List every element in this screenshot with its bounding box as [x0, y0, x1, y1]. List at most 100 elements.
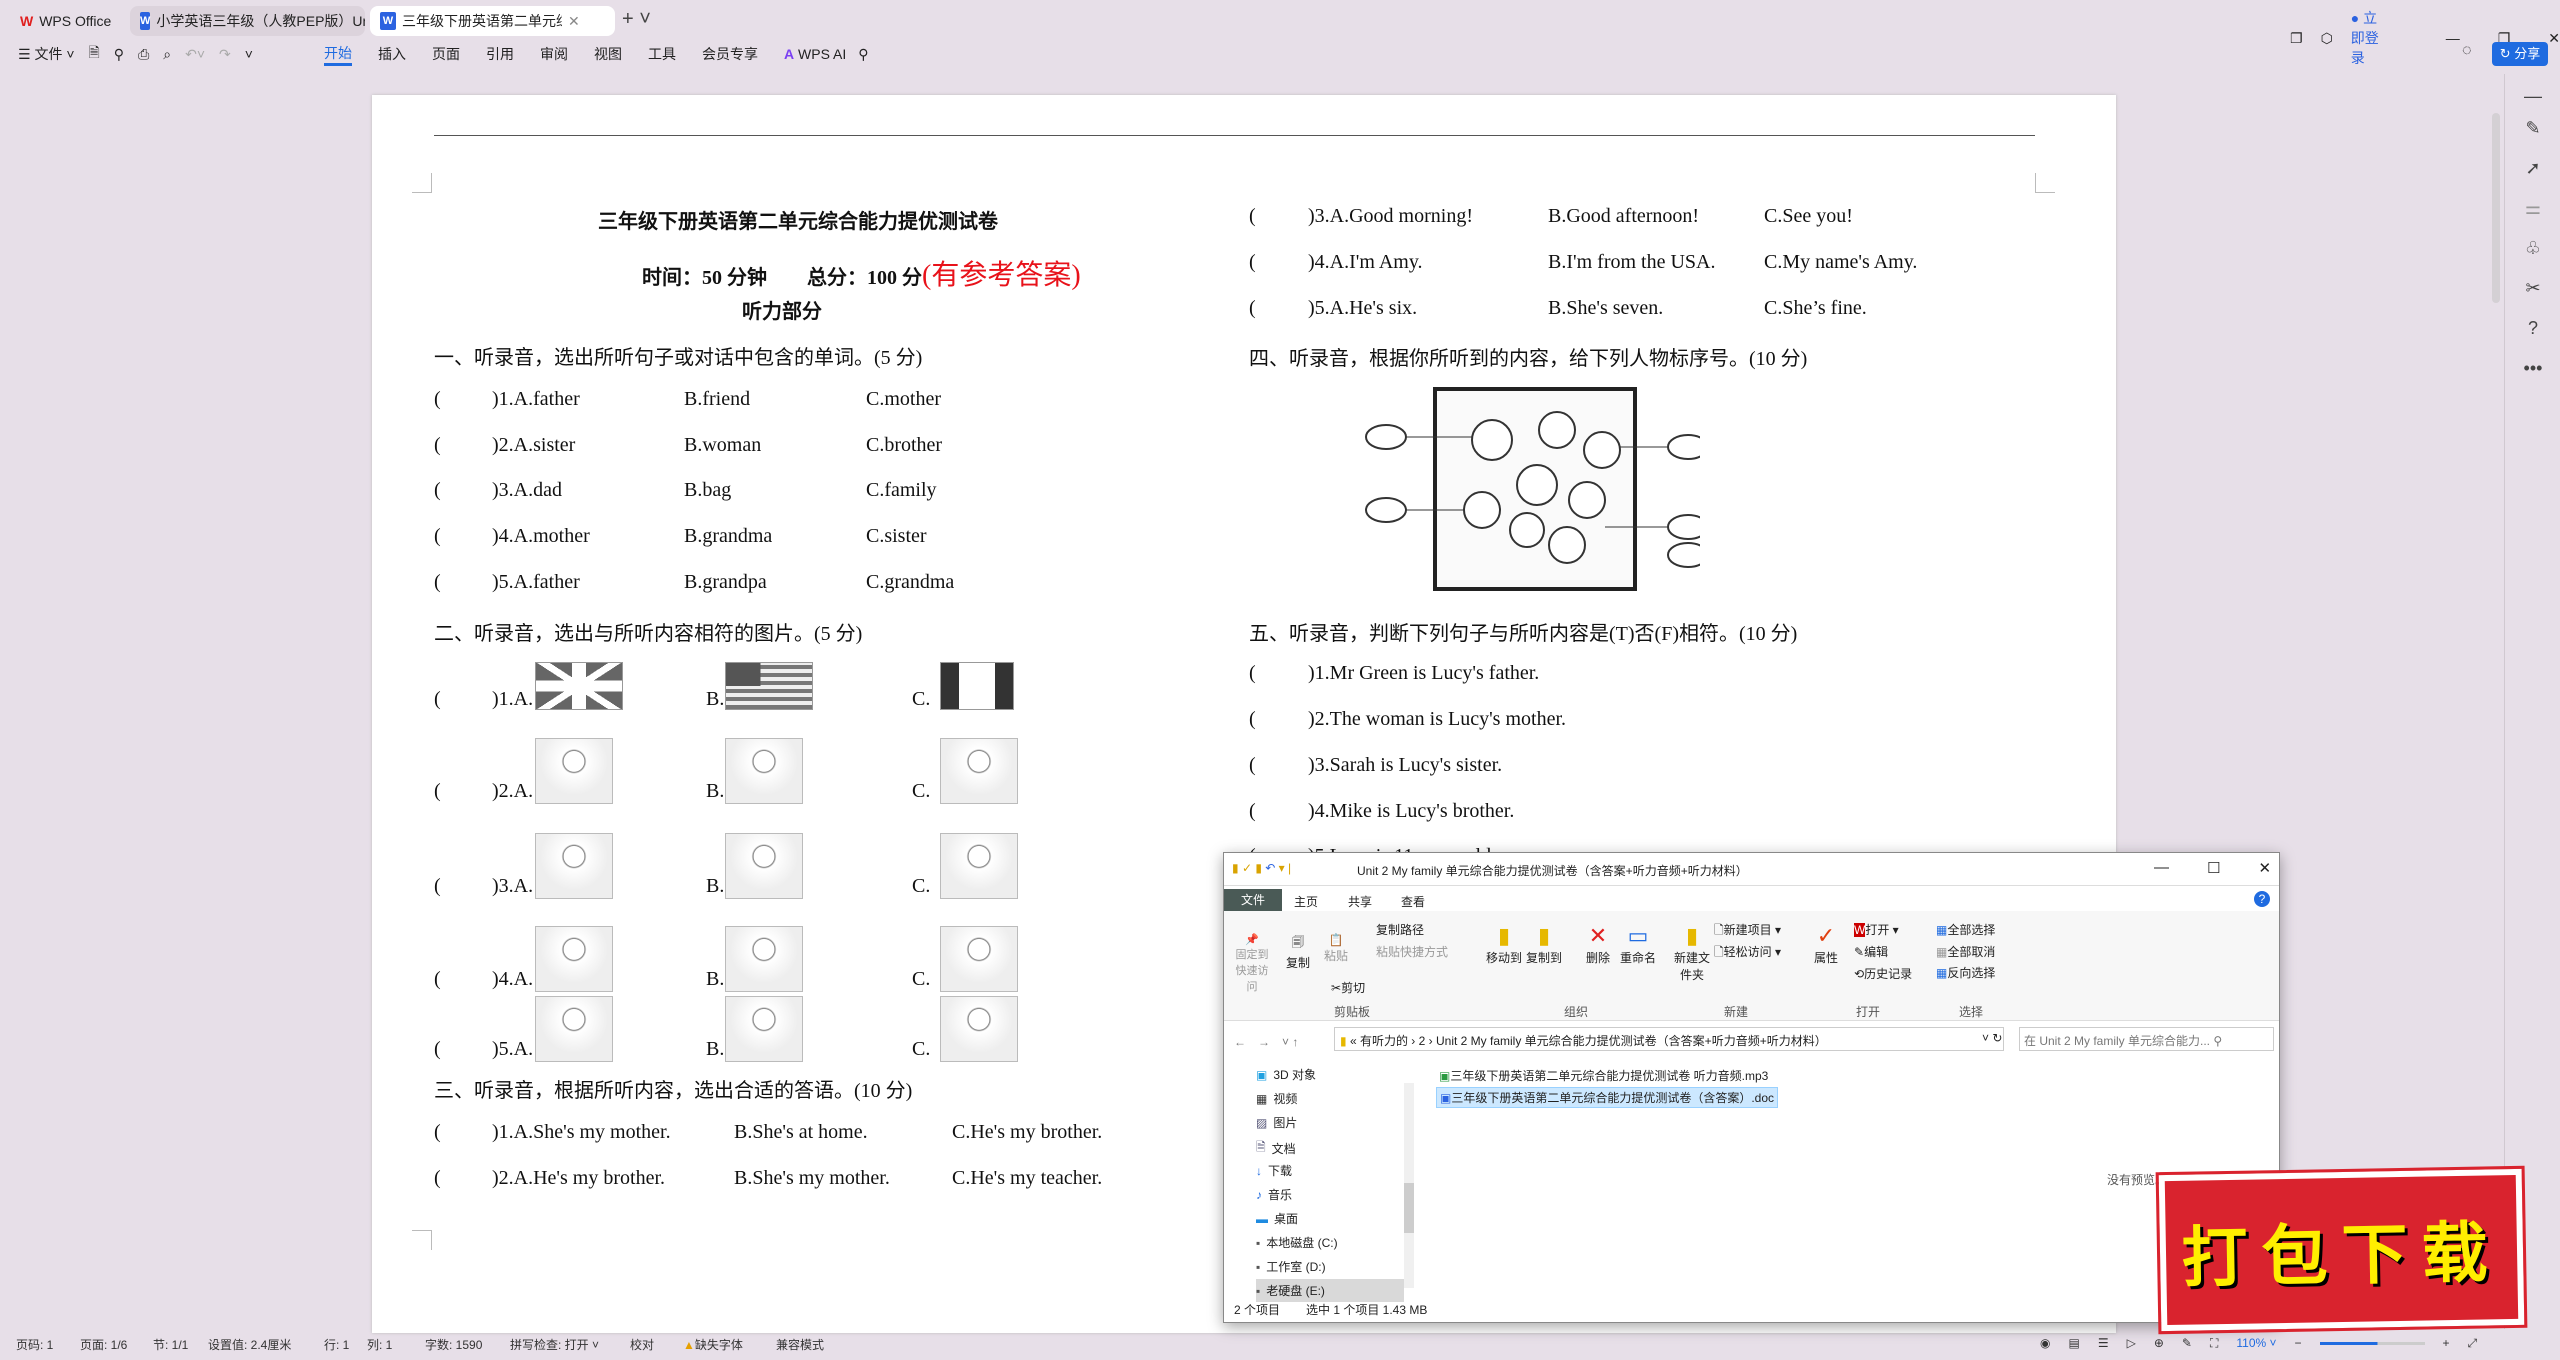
- select-none-button[interactable]: ▦全部取消: [1936, 943, 1995, 960]
- invert-selection-button[interactable]: ▦反向选择: [1936, 964, 1995, 981]
- search-icon[interactable]: ⚲: [858, 46, 868, 63]
- zoom-slider[interactable]: [2319, 1342, 2425, 1345]
- fullscreen-icon[interactable]: ⤢: [2468, 1336, 2478, 1351]
- login-button[interactable]: ● 立即登录: [2351, 8, 2388, 68]
- zoom-out-icon[interactable]: −: [2295, 1336, 2302, 1351]
- page-view-icon[interactable]: ▤: [2068, 1336, 2079, 1351]
- paste-shortcut-button[interactable]: 粘贴快捷方式: [1376, 943, 1448, 960]
- print-icon[interactable]: ⎙: [138, 46, 149, 63]
- style-icon[interactable]: ♧: [2518, 238, 2548, 262]
- status-pages[interactable]: 页面: 1/6: [80, 1336, 127, 1353]
- status-col[interactable]: 列: 1: [367, 1336, 392, 1353]
- refresh-icon[interactable]: ˅ ↻: [1982, 1031, 2002, 1045]
- file-menu[interactable]: ☰ 文件 ˅: [18, 44, 75, 64]
- search-box[interactable]: 在 Unit 2 My family 单元综合能力... ⚲: [2024, 1032, 2222, 1049]
- move-to-button[interactable]: ▮ 移动到: [1486, 923, 1522, 966]
- menu-view[interactable]: 视图: [594, 44, 622, 64]
- status-page[interactable]: 页码: 1: [16, 1336, 53, 1353]
- cube-icon[interactable]: ⬡: [2321, 30, 2333, 47]
- pin-quick-access-button[interactable]: 📌 固定到快速访问: [1232, 933, 1272, 994]
- nav-item[interactable]: ▪ 老硬盘 (E:): [1256, 1279, 1404, 1302]
- adjust-icon[interactable]: ⚌: [2518, 198, 2548, 222]
- cut-button[interactable]: ✂剪切: [1331, 979, 1365, 996]
- eye-icon[interactable]: ◉: [2040, 1336, 2050, 1351]
- status-compat[interactable]: 兼容模式: [776, 1336, 824, 1353]
- new-item-button[interactable]: 🗋新建项目 ▾: [1714, 921, 1781, 942]
- nav-item[interactable]: ▬ 桌面: [1256, 1207, 1404, 1230]
- nav-buttons[interactable]: ← → ˅ ↑: [1234, 1033, 1298, 1050]
- history-button[interactable]: ⟲历史记录: [1854, 965, 1912, 982]
- help-icon[interactable]: ?: [2518, 318, 2548, 342]
- share-button[interactable]: ↻ 分享: [2492, 42, 2548, 66]
- window-icon[interactable]: ❐: [2290, 30, 2303, 47]
- nav-item[interactable]: ♪ 音乐: [1256, 1183, 1404, 1206]
- menu-insert[interactable]: 插入: [378, 44, 406, 64]
- status-setting[interactable]: 设置值: 2.4厘米: [208, 1336, 291, 1353]
- fit-icon[interactable]: ⛶: [2210, 1336, 2218, 1351]
- help-icon[interactable]: ?: [2254, 891, 2270, 907]
- pen-icon[interactable]: ✎: [2518, 118, 2548, 142]
- play-icon[interactable]: ▷: [2127, 1336, 2136, 1351]
- tab-doc-1[interactable]: W 小学英语三年级（人教PEP版）Unit2: [130, 6, 365, 36]
- redo-icon[interactable]: ↷: [219, 46, 231, 63]
- ribbon-tab-share[interactable]: 共享: [1348, 893, 1372, 910]
- status-row[interactable]: 行: 1: [324, 1336, 349, 1353]
- more-icon[interactable]: ˅: [245, 46, 253, 62]
- properties-button[interactable]: ✓ 属性: [1814, 923, 1838, 966]
- explorer-close[interactable]: ✕: [2258, 859, 2271, 877]
- menu-reference[interactable]: 引用: [486, 44, 514, 64]
- undo-icon[interactable]: ↶˅: [185, 46, 205, 63]
- pen-view-icon[interactable]: ✎: [2182, 1336, 2192, 1351]
- collapse-icon[interactable]: —: [2518, 86, 2548, 110]
- explorer-maximize[interactable]: ☐: [2207, 859, 2220, 877]
- nav-item[interactable]: ▪ 工作室 (D:): [1256, 1255, 1404, 1278]
- copy-path-button[interactable]: 复制路径: [1376, 921, 1424, 938]
- comment-icon[interactable]: ◌: [2462, 42, 2472, 60]
- nav-item[interactable]: ▨ 图片: [1256, 1111, 1404, 1134]
- outline-view-icon[interactable]: ☰: [2098, 1336, 2109, 1351]
- select-cursor-icon[interactable]: ➚: [2518, 158, 2548, 182]
- explorer-minimize[interactable]: —: [2154, 859, 2169, 877]
- download-package-stamp[interactable]: 打包下载: [2155, 1165, 2528, 1335]
- easy-access-button[interactable]: 🗋轻松访问 ▾: [1714, 943, 1781, 964]
- share-link-icon[interactable]: ⚲: [114, 46, 124, 63]
- tools-icon[interactable]: ✂: [2518, 278, 2548, 302]
- status-proof[interactable]: 校对: [630, 1336, 654, 1353]
- copy-button[interactable]: 🗐 复制: [1286, 933, 1310, 971]
- paste-button[interactable]: 📋 粘贴: [1324, 933, 1348, 964]
- zoom-level[interactable]: 110% ˅: [2236, 1336, 2276, 1351]
- ribbon-tab-file[interactable]: 文件: [1224, 889, 1282, 911]
- nav-item[interactable]: ↓ 下载: [1256, 1159, 1404, 1182]
- vertical-scrollbar[interactable]: [2492, 113, 2500, 303]
- nav-scrollbar[interactable]: [1404, 1083, 1414, 1288]
- file-explorer-window[interactable]: ▮ ✓ ▮ ↶ ▾ | Unit 2 My family 单元综合能力提优测试卷…: [1223, 852, 2280, 1323]
- copy-to-button[interactable]: ▮ 复制到: [1526, 923, 1562, 966]
- file-item-doc[interactable]: ▣三年级下册英语第二单元综合能力提优测试卷（含答案）.doc: [1436, 1087, 1779, 1108]
- tab-doc-active[interactable]: W三年级下册英语第二单元综合✕: [370, 6, 615, 36]
- delete-button[interactable]: ✕ 删除: [1586, 923, 1610, 966]
- new-folder-button[interactable]: ▮ 新建文件夹: [1674, 923, 1710, 983]
- ribbon-tab-home[interactable]: 主页: [1294, 893, 1318, 910]
- edit-button[interactable]: ✎编辑: [1854, 943, 1888, 960]
- status-words[interactable]: 字数: 1590: [425, 1336, 482, 1353]
- save-icon[interactable]: 🗎: [89, 42, 100, 66]
- menu-tools[interactable]: 工具: [648, 44, 676, 64]
- more-icon[interactable]: •••: [2518, 358, 2548, 382]
- select-all-button[interactable]: ▦全部选择: [1936, 921, 1995, 938]
- tab-wps-office[interactable]: W WPS Office: [10, 6, 130, 36]
- close-tab-icon[interactable]: ✕: [568, 13, 580, 30]
- menu-review[interactable]: 审阅: [540, 44, 568, 64]
- nav-item[interactable]: 🗎 文档: [1256, 1135, 1404, 1162]
- minimize-button[interactable]: —: [2446, 30, 2460, 46]
- nav-item[interactable]: ▣ 3D 对象: [1256, 1063, 1404, 1086]
- status-spell[interactable]: 拼写检查: 打开 ˅: [510, 1336, 599, 1353]
- file-item-mp3[interactable]: ▣三年级下册英语第二单元综合能力提优测试卷 听力音频.mp3: [1439, 1067, 1768, 1084]
- close-button[interactable]: ✕: [2548, 30, 2560, 47]
- web-view-icon[interactable]: ⊕: [2154, 1336, 2164, 1351]
- status-font-missing[interactable]: ▲缺失字体: [683, 1336, 743, 1353]
- nav-item[interactable]: ▦ 视频: [1256, 1087, 1404, 1110]
- zoom-in-icon[interactable]: +: [2443, 1336, 2450, 1351]
- nav-item[interactable]: ▪ 本地磁盘 (C:): [1256, 1231, 1404, 1254]
- status-section[interactable]: 节: 1/1: [153, 1336, 188, 1353]
- open-button[interactable]: W打开 ▾: [1854, 921, 1899, 938]
